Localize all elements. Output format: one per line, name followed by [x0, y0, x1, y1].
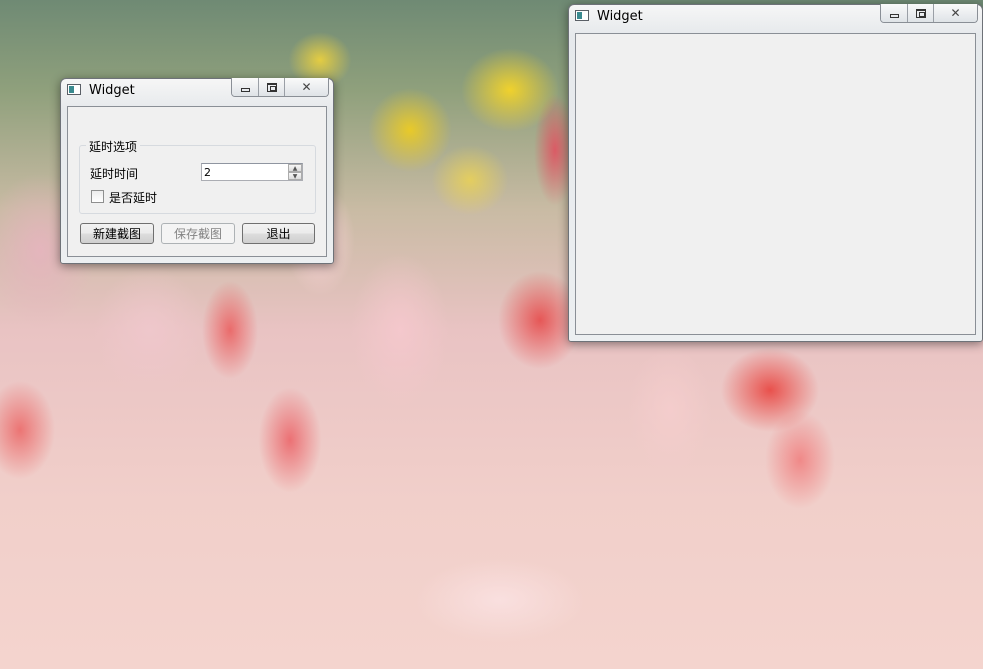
delay-time-label: 延时时间	[90, 167, 139, 181]
delay-checkbox-label[interactable]: 是否延时	[109, 189, 157, 206]
maximize-button[interactable]	[258, 78, 284, 96]
arrow-down-icon: ▼	[292, 172, 298, 180]
window-title: Widget	[597, 9, 643, 24]
maximize-button[interactable]	[907, 4, 933, 22]
spin-arrows: ▲ ▼	[288, 164, 302, 180]
maximize-icon	[266, 82, 277, 92]
app-icon	[575, 10, 589, 21]
spin-up-button[interactable]: ▲	[288, 164, 302, 172]
client-area	[575, 33, 976, 335]
minimize-icon	[240, 88, 250, 92]
close-icon: ✕	[301, 80, 312, 94]
exit-button[interactable]: 退出	[242, 223, 315, 244]
delay-time-value: 2	[204, 166, 211, 179]
new-screenshot-button[interactable]: 新建截图	[80, 223, 154, 244]
title-bar[interactable]: Widget ✕	[569, 4, 982, 29]
groupbox-title: 延时选项	[86, 138, 141, 155]
widget-window-right: Widget ✕	[568, 4, 983, 342]
title-bar[interactable]: Widget ✕	[61, 78, 333, 103]
minimize-button[interactable]	[232, 78, 258, 96]
arrow-up-icon: ▲	[292, 164, 298, 172]
delay-checkbox[interactable]	[91, 190, 104, 203]
caption-buttons: ✕	[231, 78, 329, 97]
close-icon: ✕	[950, 6, 961, 20]
caption-buttons: ✕	[880, 4, 978, 23]
close-button[interactable]: ✕	[284, 78, 328, 96]
delay-time-spinbox[interactable]: 2 ▲ ▼	[201, 163, 303, 181]
window-title: Widget	[89, 83, 135, 98]
maximize-icon	[915, 8, 926, 18]
widget-window-left: Widget ✕ 延时选项 延时时间 2 ▲ ▼ 是否延时 新建截图 保存截图 …	[60, 78, 334, 264]
close-button[interactable]: ✕	[933, 4, 977, 22]
minimize-icon	[889, 14, 899, 18]
app-icon	[67, 84, 81, 95]
spin-down-button[interactable]: ▼	[288, 172, 302, 180]
save-screenshot-button[interactable]: 保存截图	[161, 223, 235, 244]
client-area: 延时选项 延时时间 2 ▲ ▼ 是否延时 新建截图 保存截图 退出	[67, 106, 327, 257]
minimize-button[interactable]	[881, 4, 907, 22]
